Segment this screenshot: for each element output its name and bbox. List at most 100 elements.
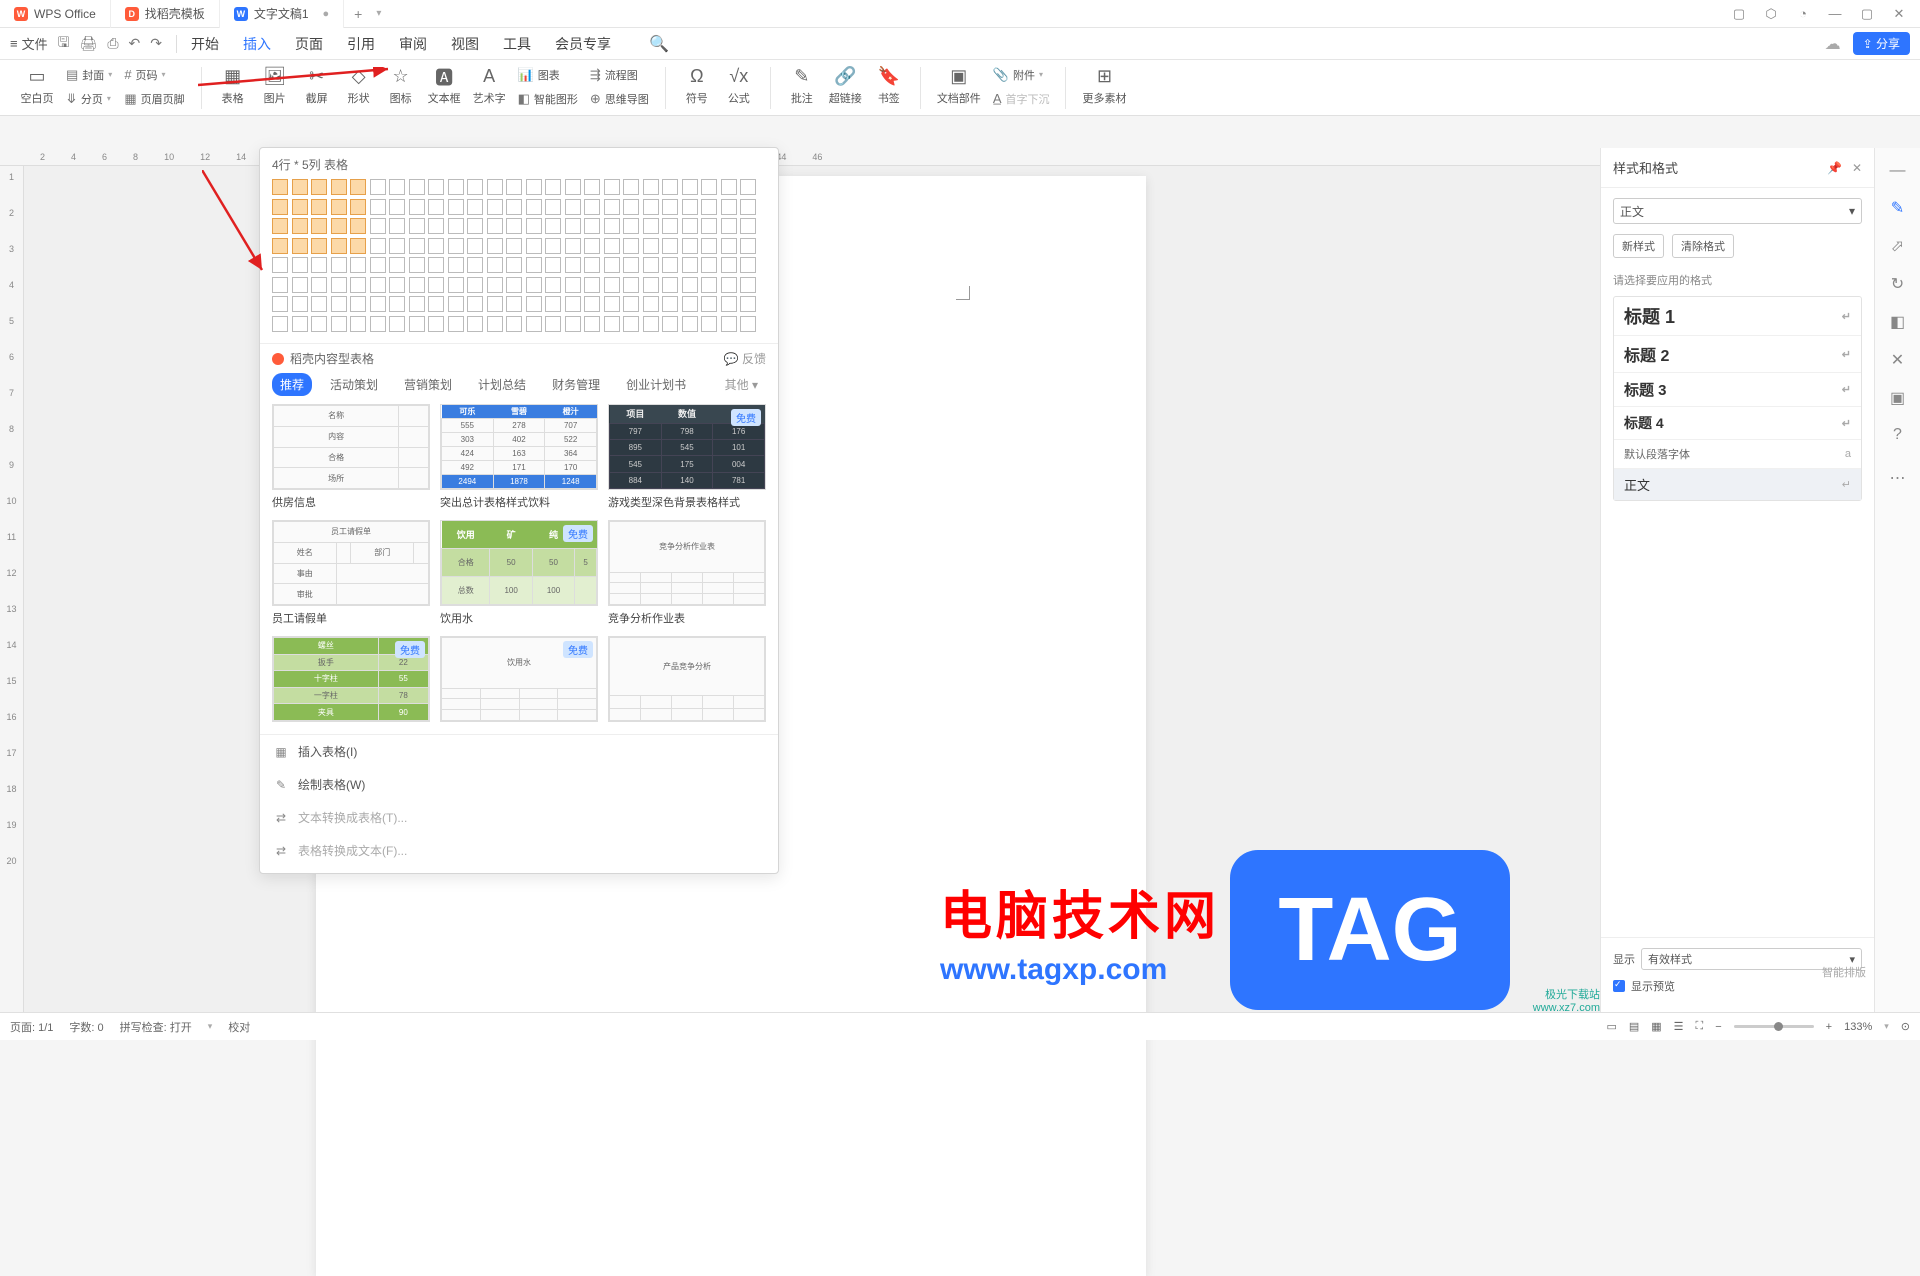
grid-cell[interactable] <box>350 277 366 293</box>
template-item[interactable]: 名称内容合格场所供房信息 <box>272 404 430 510</box>
template-item[interactable]: 免费项目数值7977981768955451015451750048841407… <box>608 404 766 510</box>
grid-cell[interactable] <box>721 296 737 312</box>
grid-cell[interactable] <box>467 257 483 273</box>
grid-cell[interactable] <box>331 316 347 332</box>
grid-cell[interactable] <box>565 296 581 312</box>
style-default-font[interactable]: 默认段落字体a <box>1614 440 1861 469</box>
view-web-icon[interactable]: ▦ <box>1651 1020 1661 1033</box>
feedback-link[interactable]: 💬 反馈 <box>724 350 766 367</box>
picture-button[interactable]: 🖼图片 <box>256 64 294 108</box>
menu-tab-tools[interactable]: 工具 <box>503 34 531 54</box>
grid-cell[interactable] <box>623 199 639 215</box>
style-body[interactable]: 正文↵ <box>1614 469 1861 500</box>
tab-finance[interactable]: 财务管理 <box>544 373 608 396</box>
grid-cell[interactable] <box>428 277 444 293</box>
zoom-slider[interactable] <box>1734 1025 1814 1028</box>
grid-cell[interactable] <box>623 238 639 254</box>
grid-cell[interactable] <box>370 277 386 293</box>
grid-cell[interactable] <box>506 257 522 273</box>
rail-doc-icon[interactable]: ▣ <box>1890 388 1905 408</box>
status-spell[interactable]: 拼写检查: 打开 <box>120 1019 192 1035</box>
menu-tab-start[interactable]: 开始 <box>191 34 219 54</box>
grid-cell[interactable] <box>389 296 405 312</box>
view-read-icon[interactable]: ▤ <box>1629 1020 1639 1033</box>
grid-cell[interactable] <box>662 218 678 234</box>
grid-cell[interactable] <box>272 238 288 254</box>
page-break-button[interactable]: ⤋分页▾ <box>62 88 116 110</box>
fit-icon[interactable]: ⊙ <box>1901 1020 1910 1033</box>
grid-cell[interactable] <box>292 316 308 332</box>
grid-cell[interactable] <box>623 257 639 273</box>
shapes-button[interactable]: ◇形状 <box>340 64 378 108</box>
grid-cell[interactable] <box>428 316 444 332</box>
grid-cell[interactable] <box>565 316 581 332</box>
file-menu[interactable]: ≡ 文件 <box>10 34 48 53</box>
status-proof[interactable]: 校对 <box>228 1019 250 1035</box>
menu-tab-page[interactable]: 页面 <box>295 34 323 54</box>
grid-cell[interactable] <box>584 199 600 215</box>
grid-cell[interactable] <box>331 238 347 254</box>
grid-cell[interactable] <box>565 238 581 254</box>
fullscreen-icon[interactable]: ⛶ <box>1696 1020 1704 1033</box>
textbox-button[interactable]: 🅰文本框 <box>424 64 465 108</box>
grid-cell[interactable] <box>389 179 405 195</box>
grid-cell[interactable] <box>643 199 659 215</box>
hyperlink-button[interactable]: 🔗超链接 <box>825 64 866 108</box>
grid-cell[interactable] <box>409 199 425 215</box>
grid-cell[interactable] <box>292 257 308 273</box>
grid-cell[interactable] <box>526 238 542 254</box>
rail-select-icon[interactable]: ⬀ <box>1891 236 1904 256</box>
grid-cell[interactable] <box>311 257 327 273</box>
grid-cell[interactable] <box>389 277 405 293</box>
rail-help-icon[interactable]: ? <box>1893 426 1902 444</box>
grid-cell[interactable] <box>643 238 659 254</box>
grid-cell[interactable] <box>721 316 737 332</box>
bookmark-button[interactable]: 🔖书签 <box>870 64 908 108</box>
close-icon[interactable]: ✕ <box>1892 6 1906 22</box>
grid-cell[interactable] <box>682 296 698 312</box>
zoom-out-icon[interactable]: − <box>1715 1021 1721 1033</box>
undo-icon[interactable]: ↶ <box>129 35 141 52</box>
grid-cell[interactable] <box>467 179 483 195</box>
grid-cell[interactable] <box>272 257 288 273</box>
template-item[interactable]: 产品竞争分析 <box>608 636 766 726</box>
tab-document[interactable]: W 文字文稿1 ● <box>220 0 344 28</box>
style-heading-4[interactable]: 标题 4↵ <box>1614 407 1861 440</box>
grid-cell[interactable] <box>604 199 620 215</box>
insert-table-action[interactable]: ▦插入表格(I) <box>260 735 778 768</box>
grid-cell[interactable] <box>584 238 600 254</box>
grid-cell[interactable] <box>487 316 503 332</box>
grid-cell[interactable] <box>643 218 659 234</box>
grid-cell[interactable] <box>448 179 464 195</box>
maximize-icon[interactable]: ▢ <box>1860 6 1874 22</box>
blank-page-button[interactable]: ▭ 空白页 <box>16 64 58 108</box>
grid-cell[interactable] <box>487 218 503 234</box>
grid-cell[interactable] <box>584 277 600 293</box>
tab-recommended[interactable]: 推荐 <box>272 373 312 396</box>
grid-cell[interactable] <box>643 277 659 293</box>
grid-cell[interactable] <box>389 199 405 215</box>
rail-more-icon[interactable]: ⋯ <box>1890 468 1906 488</box>
grid-cell[interactable] <box>389 238 405 254</box>
grid-cell[interactable] <box>584 296 600 312</box>
grid-cell[interactable] <box>506 199 522 215</box>
grid-cell[interactable] <box>565 257 581 273</box>
grid-cell[interactable] <box>701 218 717 234</box>
grid-cell[interactable] <box>311 316 327 332</box>
grid-cell[interactable] <box>409 316 425 332</box>
grid-cell[interactable] <box>701 296 717 312</box>
grid-cell[interactable] <box>545 218 561 234</box>
template-item[interactable]: 免费螺丝42扳手22十字柱55一字柱78夹具90 <box>272 636 430 726</box>
grid-cell[interactable] <box>740 296 756 312</box>
grid-cell[interactable] <box>662 277 678 293</box>
grid-cell[interactable] <box>701 199 717 215</box>
grid-cell[interactable] <box>604 218 620 234</box>
grid-cell[interactable] <box>682 257 698 273</box>
print-icon[interactable]: 🖨 <box>80 35 98 52</box>
grid-cell[interactable] <box>526 218 542 234</box>
grid-cell[interactable] <box>370 199 386 215</box>
grid-cell[interactable] <box>721 218 737 234</box>
tab-activity[interactable]: 活动策划 <box>322 373 386 396</box>
grid-cell[interactable] <box>584 218 600 234</box>
grid-cell[interactable] <box>701 316 717 332</box>
